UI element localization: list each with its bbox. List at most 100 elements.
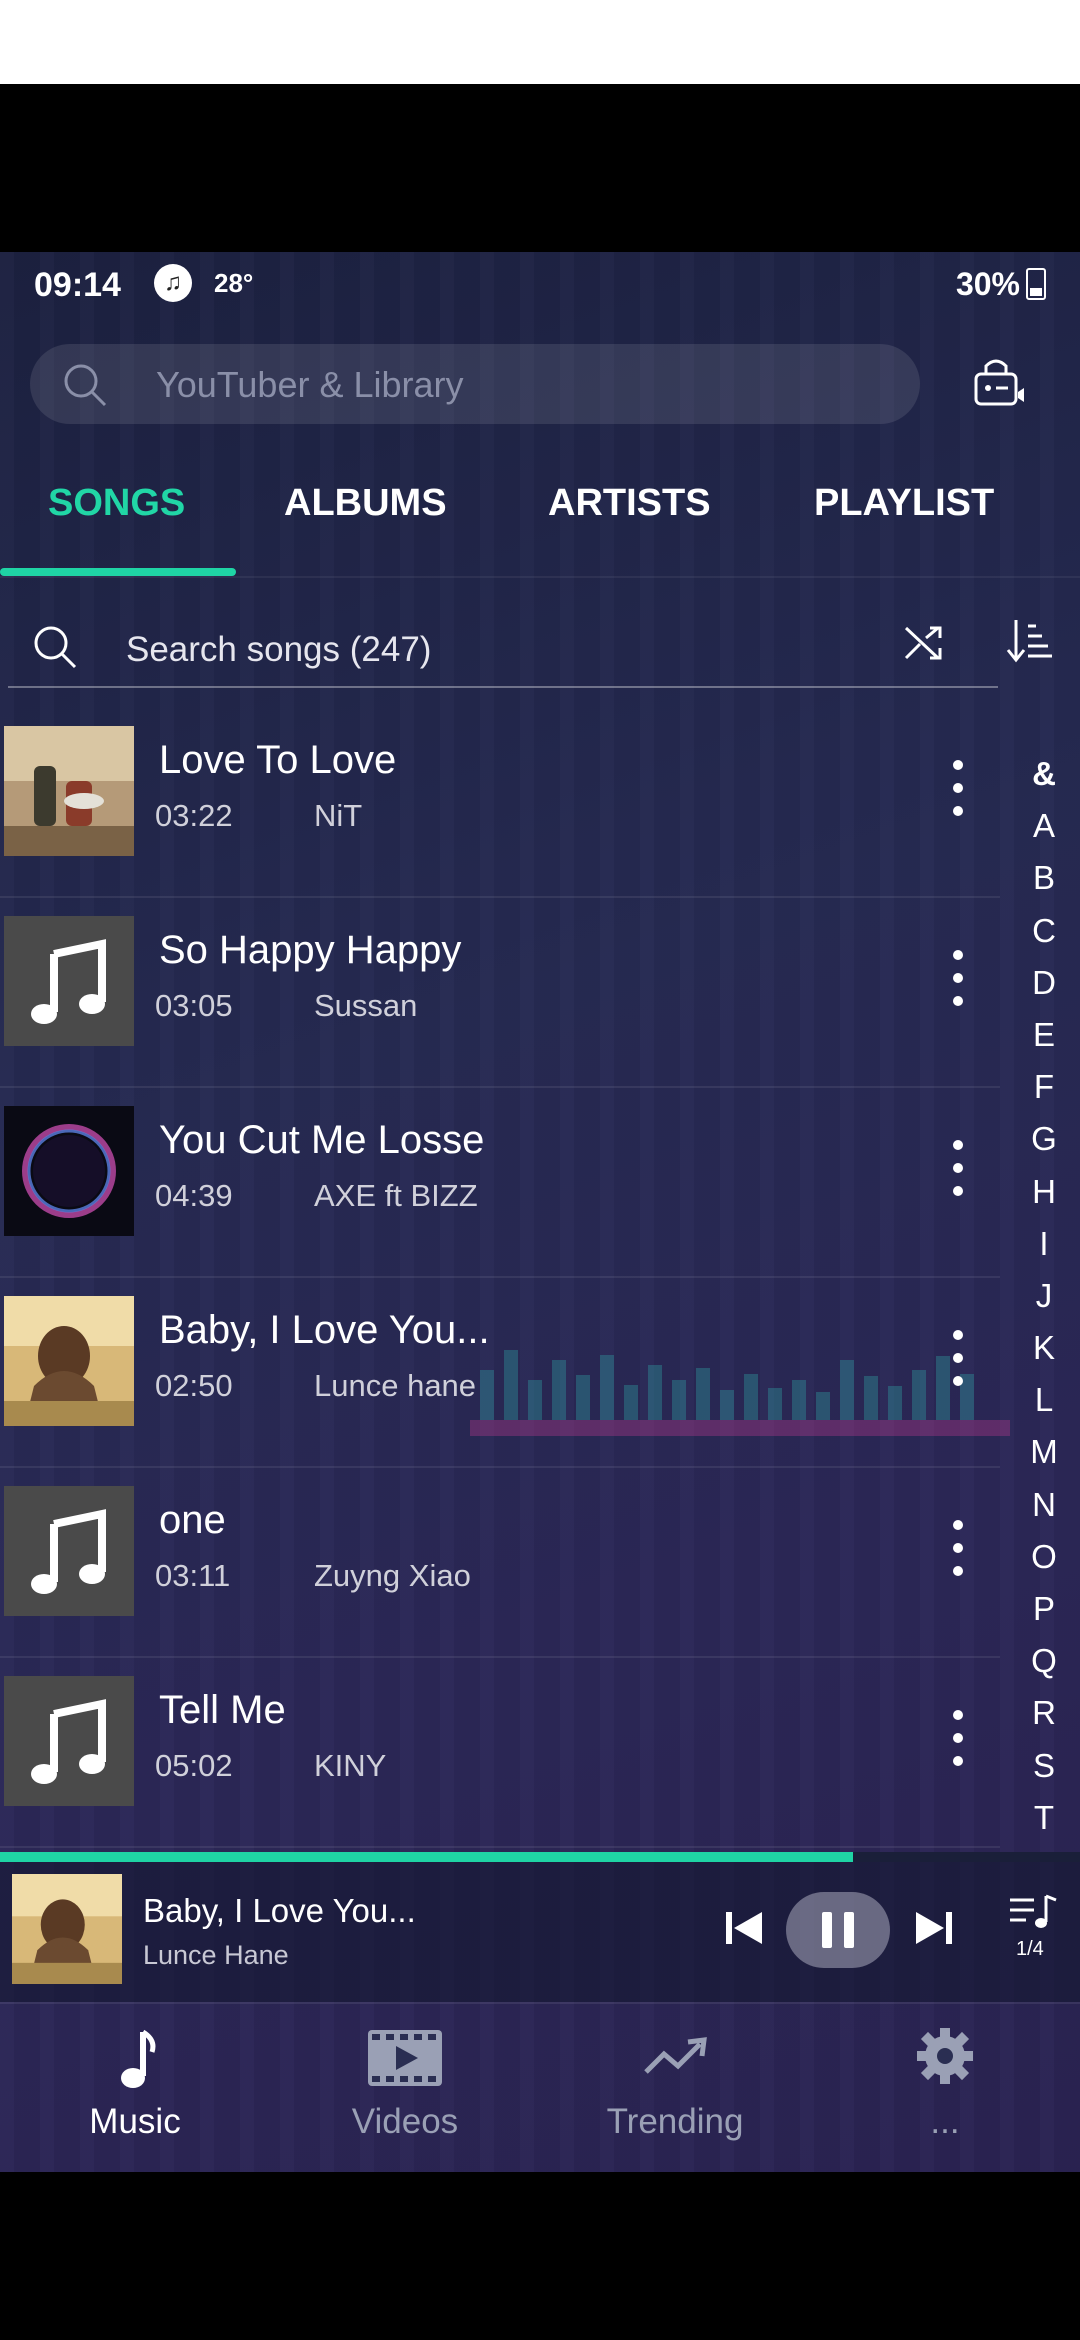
song-duration: 03:22 <box>155 798 233 833</box>
index-letter[interactable]: K <box>1024 1322 1064 1374</box>
song-row[interactable]: one 03:11 Zuyng Xiao <box>0 1468 1000 1658</box>
queue-icon <box>1010 1894 1057 1928</box>
album-art <box>4 1106 134 1236</box>
index-letter[interactable]: A <box>1024 800 1064 852</box>
index-letter[interactable]: H <box>1024 1166 1064 1218</box>
song-search-label: Search songs (247) <box>126 630 432 669</box>
index-letter[interactable]: J <box>1024 1270 1064 1322</box>
song-artist: NiT <box>314 798 363 833</box>
song-duration: 03:11 <box>155 1558 231 1593</box>
song-title: So Happy Happy <box>159 928 462 972</box>
tab-songs[interactable]: SONGS <box>48 482 185 525</box>
status-temperature: 28° <box>214 268 254 298</box>
app-screen: 09:14 ♫ 28° 30% YouTuber & Library SONGS… <box>0 252 1080 2172</box>
song-title: one <box>159 1498 226 1542</box>
now-playing-art <box>12 1874 122 1984</box>
next-icon[interactable] <box>912 1906 956 1950</box>
nav-label: ... <box>930 2102 960 2141</box>
status-battery: 30% <box>955 266 1020 302</box>
alphabet-index[interactable]: & A B C D E F G H I J K L M N O P Q R S … <box>1024 748 1064 1844</box>
index-letter[interactable]: S <box>1024 1740 1064 1792</box>
radio-icon[interactable] <box>970 352 1034 416</box>
nav-music[interactable]: Music <box>0 2004 270 2172</box>
album-art <box>4 726 134 856</box>
battery-icon <box>1026 268 1046 300</box>
song-row[interactable]: So Happy Happy 03:05 Sussan <box>0 898 1000 1088</box>
index-letter[interactable]: R <box>1024 1687 1064 1739</box>
now-playing-title: Baby, I Love You... <box>143 1892 416 1929</box>
music-note-icon <box>4 916 134 1046</box>
status-time: 09:14 <box>34 266 121 304</box>
playback-progress-fill <box>0 1852 854 1862</box>
song-artist: AXE ft BIZZ <box>314 1178 478 1213</box>
tab-artists[interactable]: ARTISTS <box>548 482 711 525</box>
index-letter[interactable]: & <box>1024 748 1064 800</box>
index-letter[interactable]: F <box>1024 1061 1064 1113</box>
music-note-icon <box>4 1676 134 1806</box>
song-row[interactable]: Baby, I Love You... 02:50 Lunce hane <box>0 1278 1000 1468</box>
index-letter[interactable]: I <box>1024 1218 1064 1270</box>
song-row[interactable]: Love To Love 03:22 NiT <box>0 708 1000 898</box>
queue-position: 1/4 <box>1016 1938 1044 1960</box>
music-note-icon <box>4 1486 134 1616</box>
search-placeholder: YouTuber & Library <box>156 364 464 405</box>
song-search-field[interactable]: Search songs (247) <box>8 606 998 688</box>
index-letter[interactable]: M <box>1024 1426 1064 1478</box>
status-bar: 09:14 ♫ 28° 30% <box>0 252 1080 312</box>
tab-albums[interactable]: ALBUMS <box>284 482 447 525</box>
shuffle-icon[interactable] <box>902 618 950 666</box>
song-artist: Zuyng Xiao <box>314 1558 471 1593</box>
index-letter[interactable]: C <box>1024 905 1064 957</box>
index-letter[interactable]: O <box>1024 1531 1064 1583</box>
index-letter[interactable]: D <box>1024 957 1064 1009</box>
more-options-icon[interactable] <box>948 1330 968 1394</box>
index-letter[interactable]: L <box>1024 1374 1064 1426</box>
tab-playlist[interactable]: PLAYLIST <box>814 482 994 525</box>
index-letter[interactable]: Q <box>1024 1635 1064 1687</box>
song-artist: KINY <box>314 1748 387 1783</box>
gear-icon <box>917 2028 973 2084</box>
film-icon <box>368 2030 442 2086</box>
song-title: Tell Me <box>159 1688 286 1732</box>
mini-player[interactable]: Baby, I Love You... Lunce Hane 1/4 <box>0 1862 1080 2002</box>
song-title: You Cut Me Losse <box>159 1118 485 1162</box>
song-row[interactable]: Tell Me 05:02 KINY <box>0 1658 1000 1848</box>
previous-icon[interactable] <box>722 1906 766 1950</box>
search-icon <box>64 364 107 407</box>
more-options-icon[interactable] <box>948 950 968 1014</box>
bottom-navigation: Music Videos Trending ... <box>0 2004 1080 2172</box>
index-letter[interactable]: N <box>1024 1479 1064 1531</box>
row-divider <box>0 1846 1000 1848</box>
index-letter[interactable]: P <box>1024 1583 1064 1635</box>
nav-trending[interactable]: Trending <box>540 2004 810 2172</box>
song-duration: 05:02 <box>155 1748 233 1783</box>
sort-icon[interactable] <box>1006 616 1054 664</box>
index-letter[interactable]: E <box>1024 1009 1064 1061</box>
tab-indicator <box>0 568 236 576</box>
song-row[interactable]: You Cut Me Losse 04:39 AXE ft BIZZ <box>0 1088 1000 1278</box>
index-letter[interactable]: G <box>1024 1113 1064 1165</box>
index-letter[interactable]: T <box>1024 1792 1064 1844</box>
tab-divider <box>0 576 1080 578</box>
pause-icon <box>822 1912 854 1948</box>
index-letter[interactable]: B <box>1024 852 1064 904</box>
pause-button[interactable] <box>786 1892 890 1968</box>
top-margin <box>0 0 1080 84</box>
more-options-icon[interactable] <box>948 760 968 824</box>
now-playing-artist: Lunce Hane <box>143 1940 289 1970</box>
album-art <box>4 1296 134 1426</box>
more-options-icon[interactable] <box>948 1140 968 1204</box>
nav-settings[interactable]: ... <box>810 2004 1080 2172</box>
nav-label: Trending <box>606 2102 744 2141</box>
song-title: Love To Love <box>159 738 397 782</box>
trending-icon <box>644 2037 707 2074</box>
more-options-icon[interactable] <box>948 1710 968 1774</box>
queue-button[interactable]: 1/4 <box>1006 1892 1060 1962</box>
search-icon <box>34 626 77 669</box>
library-search-bar[interactable]: YouTuber & Library <box>30 344 920 424</box>
song-duration: 03:05 <box>155 988 233 1023</box>
nav-videos[interactable]: Videos <box>270 2004 540 2172</box>
nav-label: Videos <box>351 2102 459 2141</box>
more-options-icon[interactable] <box>948 1520 968 1584</box>
music-notification-icon: ♫ <box>154 264 192 302</box>
